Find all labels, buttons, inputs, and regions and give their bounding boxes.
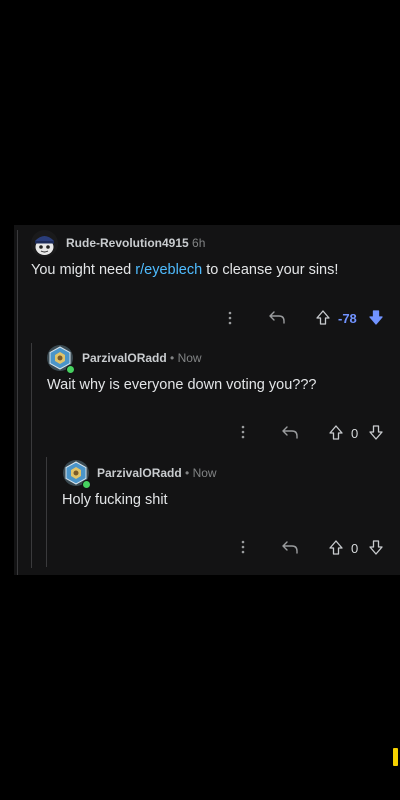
comment-meta: ParzivalORadd • Now xyxy=(97,466,217,480)
comment-body: Wait why is everyone down voting you??? xyxy=(47,377,317,393)
vote-count: 0 xyxy=(351,426,359,441)
scroll-indicator xyxy=(393,748,398,766)
username[interactable]: ParzivalORadd xyxy=(82,351,167,365)
downvote-arrow-icon[interactable] xyxy=(368,424,384,441)
thread-line-level-1[interactable] xyxy=(17,230,18,575)
comment-meta: ParzivalORadd • Now xyxy=(82,351,202,365)
online-status-indicator xyxy=(82,480,91,489)
timestamp: 6h xyxy=(192,236,206,250)
avatar[interactable] xyxy=(31,230,58,257)
timestamp: Now xyxy=(177,351,202,365)
comment-body: You might need r/eyeblech to cleanse you… xyxy=(31,262,338,278)
reply-arrow-icon[interactable] xyxy=(281,539,299,555)
timestamp: Now xyxy=(192,466,217,480)
comment-meta: Rude-Revolution4915 6h xyxy=(66,236,205,250)
comment-text: You might need xyxy=(31,262,136,278)
upvote-arrow-icon[interactable] xyxy=(315,309,331,326)
more-vertical-icon[interactable] xyxy=(226,310,234,326)
username[interactable]: Rude-Revolution4915 xyxy=(66,236,189,250)
comment-text: to cleanse your sins! xyxy=(202,262,339,278)
separator: • xyxy=(170,351,175,365)
upvote-arrow-icon[interactable] xyxy=(328,539,344,556)
username[interactable]: ParzivalORadd xyxy=(97,466,182,480)
reply-arrow-icon[interactable] xyxy=(268,309,286,325)
online-status-indicator xyxy=(66,365,75,374)
downvote-arrow-icon[interactable] xyxy=(368,309,384,326)
downvote-arrow-icon[interactable] xyxy=(368,539,384,556)
more-vertical-icon[interactable] xyxy=(239,424,247,440)
upvote-arrow-icon[interactable] xyxy=(328,424,344,441)
vote-count: 0 xyxy=(351,541,359,556)
separator: • xyxy=(185,466,190,480)
comment-thread: Rude-Revolution4915 6h You might need r/… xyxy=(14,225,400,575)
comment-body: Holy fucking shit xyxy=(62,492,168,508)
subreddit-link[interactable]: r/eyeblech xyxy=(135,262,202,278)
snoo-avatar-icon xyxy=(35,236,54,255)
vote-count: -78 xyxy=(338,311,357,326)
thread-line-level-3[interactable] xyxy=(46,457,47,567)
thread-line-level-2[interactable] xyxy=(31,343,32,568)
reply-arrow-icon[interactable] xyxy=(281,424,299,440)
more-vertical-icon[interactable] xyxy=(239,539,247,555)
